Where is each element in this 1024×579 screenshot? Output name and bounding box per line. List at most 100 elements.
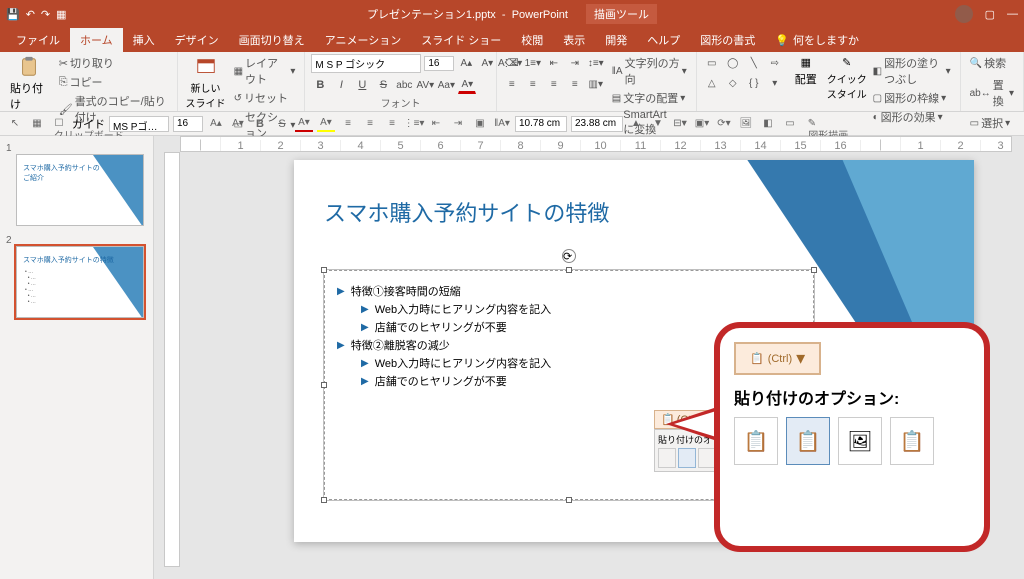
qat-more1[interactable]: ◧ <box>759 116 777 132</box>
arrange-button[interactable]: ▦配置 <box>788 54 824 89</box>
bullet-level-1[interactable]: ▶特徴①接客時間の短縮 <box>337 283 801 299</box>
resize-handle[interactable] <box>321 497 327 503</box>
shadow-button[interactable]: abc <box>395 76 413 94</box>
columns-button[interactable]: ▥▾ <box>587 75 605 93</box>
line-spacing-button[interactable]: ↕≡▾ <box>587 54 605 72</box>
underline-button[interactable]: U <box>353 76 371 94</box>
shape-more3-icon[interactable]: { } <box>745 74 763 92</box>
qat-more2[interactable]: ▭ <box>781 116 799 132</box>
decrease-font-icon[interactable]: A▾ <box>478 55 496 73</box>
qat-send-back[interactable]: ▼ <box>649 116 667 132</box>
quick-styles-button[interactable]: ✎クイック スタイル <box>828 54 866 103</box>
tab-animations[interactable]: アニメーション <box>315 28 412 52</box>
save-icon[interactable]: 💾 <box>6 8 20 21</box>
reset-button[interactable]: ↺ リセット <box>231 89 299 107</box>
resize-handle[interactable] <box>566 497 572 503</box>
redo-icon[interactable]: ↷ <box>41 8 50 21</box>
cut-button[interactable]: ✂切り取り <box>56 54 172 72</box>
qat-align[interactable]: ⊟▾ <box>671 116 689 132</box>
qat-text-dir[interactable]: ‖A▾ <box>493 116 511 132</box>
tab-format[interactable]: 図形の書式 <box>690 28 765 52</box>
numbering-button[interactable]: 1≡▾ <box>524 54 542 72</box>
qat-height[interactable]: 23.88 cm <box>571 116 623 132</box>
tab-insert[interactable]: 挿入 <box>123 28 165 52</box>
qat-more3[interactable]: ✎ <box>803 116 821 132</box>
bold-button[interactable]: B <box>311 76 329 94</box>
resize-handle[interactable] <box>321 267 327 273</box>
italic-button[interactable]: I <box>332 76 350 94</box>
tab-review[interactable]: 校閲 <box>511 28 553 52</box>
justify-button[interactable]: ≡ <box>566 75 584 93</box>
account-icon[interactable] <box>955 5 973 23</box>
tab-home[interactable]: ホーム <box>70 28 123 52</box>
tab-slideshow[interactable]: スライド ショー <box>411 28 511 52</box>
shape-more2-icon[interactable]: ◇ <box>724 74 742 92</box>
shape-line-icon[interactable]: ╲ <box>745 54 763 72</box>
increase-font-icon[interactable]: A▴ <box>457 55 475 73</box>
shape-effects-button[interactable]: ◐ 図形の効果 ▾ <box>870 108 954 126</box>
qat-picture[interactable]: 🖼 <box>737 116 755 132</box>
shape-arrow-icon[interactable]: ⇨ <box>766 54 784 72</box>
qat-bring-front[interactable]: ▲ <box>627 116 645 132</box>
shape-fill-button[interactable]: ◧ 図形の塗りつぶし ▾ <box>870 54 954 88</box>
qat-align-r[interactable]: ≡ <box>383 116 401 132</box>
qat-rotate[interactable]: ⟳▾ <box>715 116 733 132</box>
align-center-button[interactable]: ≡ <box>524 75 542 93</box>
qat-mouse-icon[interactable]: ↖ <box>6 116 24 132</box>
undo-icon[interactable]: ↶ <box>26 8 35 21</box>
slide-title[interactable]: スマホ購入予約サイトの特徴 <box>324 196 609 228</box>
paste-button[interactable]: 貼り付け <box>6 54 52 114</box>
shape-more1-icon[interactable]: △ <box>703 74 721 92</box>
qat-smartart[interactable]: ▣ <box>471 116 489 132</box>
strike-button[interactable]: S <box>374 76 392 94</box>
resize-handle[interactable] <box>566 267 572 273</box>
layout-button[interactable]: ▦ レイアウト ▾ <box>231 54 299 88</box>
decrease-indent-button[interactable]: ⇤ <box>545 54 563 72</box>
shape-outline-button[interactable]: ▢ 図形の枠線 ▾ <box>870 89 954 107</box>
qat-shrink-font[interactable]: A▾ <box>229 116 247 132</box>
bullets-button[interactable]: ⋮≡▾ <box>503 54 521 72</box>
tab-view[interactable]: 表示 <box>553 28 595 52</box>
qat-grid-icon[interactable]: ▦ <box>28 116 46 132</box>
qat-guides-check[interactable]: ☐ <box>50 116 68 132</box>
tab-help[interactable]: ヘルプ <box>637 28 690 52</box>
resize-handle[interactable] <box>321 382 327 388</box>
qat-align-c[interactable]: ≡ <box>361 116 379 132</box>
change-case-button[interactable]: Aa▾ <box>437 76 455 94</box>
text-direction-button[interactable]: ‖A 文字列の方向 ▾ <box>609 54 690 88</box>
qat-font-color[interactable]: A▾ <box>295 116 313 132</box>
qat-font-size[interactable]: 16 <box>173 116 203 132</box>
tab-developer[interactable]: 開発 <box>595 28 637 52</box>
bullet-level-2[interactable]: ▶Web入力時にヒアリング内容を記入 <box>361 301 801 317</box>
align-right-button[interactable]: ≡ <box>545 75 563 93</box>
resize-handle[interactable] <box>811 267 817 273</box>
font-family-select[interactable]: M S P ゴシック <box>311 54 421 73</box>
qat-group[interactable]: ▣▾ <box>693 116 711 132</box>
qat-indent-inc[interactable]: ⇥ <box>449 116 467 132</box>
qat-font-family[interactable]: MS Pゴ… <box>109 116 169 132</box>
tab-file[interactable]: ファイル <box>6 28 70 52</box>
font-size-select[interactable]: 16 <box>424 56 454 71</box>
tab-transitions[interactable]: 画面切り替え <box>229 28 315 52</box>
shapes-gallery-button[interactable]: ▾ <box>766 74 784 92</box>
minimize-icon[interactable]: — <box>1007 8 1018 20</box>
qat-grow-font[interactable]: A▴ <box>207 116 225 132</box>
spacing-button[interactable]: AV▾ <box>416 76 434 94</box>
shape-rect-icon[interactable]: ▭ <box>703 54 721 72</box>
tab-design[interactable]: デザイン <box>165 28 229 52</box>
new-slide-button[interactable]: 新しい スライド <box>184 54 226 112</box>
replace-button[interactable]: ab↔ 置換 ▾ <box>967 76 1017 110</box>
qat-bullets[interactable]: ⋮≡▾ <box>405 116 423 132</box>
align-text-button[interactable]: ▤ 文字の配置 ▾ <box>609 89 690 107</box>
qat-highlight[interactable]: A▾ <box>317 116 335 132</box>
thumbnail-1[interactable]: 1 スマホ購入予約サイトの ご紹介 <box>6 142 147 226</box>
tell-me[interactable]: 💡何をしますか <box>765 28 869 52</box>
increase-indent-button[interactable]: ⇥ <box>566 54 584 72</box>
rotation-handle-icon[interactable]: ⟳ <box>562 249 576 263</box>
copy-button[interactable]: ⎘コピー <box>56 73 172 91</box>
qat-width[interactable]: 10.78 cm <box>515 116 567 132</box>
thumbnail-2[interactable]: 2 スマホ購入予約サイトの特徴 • … • … • …• … • … • … <box>6 234 147 318</box>
start-from-beginning-icon[interactable]: ▦ <box>56 8 66 21</box>
ribbon-display-icon[interactable]: ▢ <box>985 8 995 21</box>
qat-strike[interactable]: S <box>273 116 291 132</box>
